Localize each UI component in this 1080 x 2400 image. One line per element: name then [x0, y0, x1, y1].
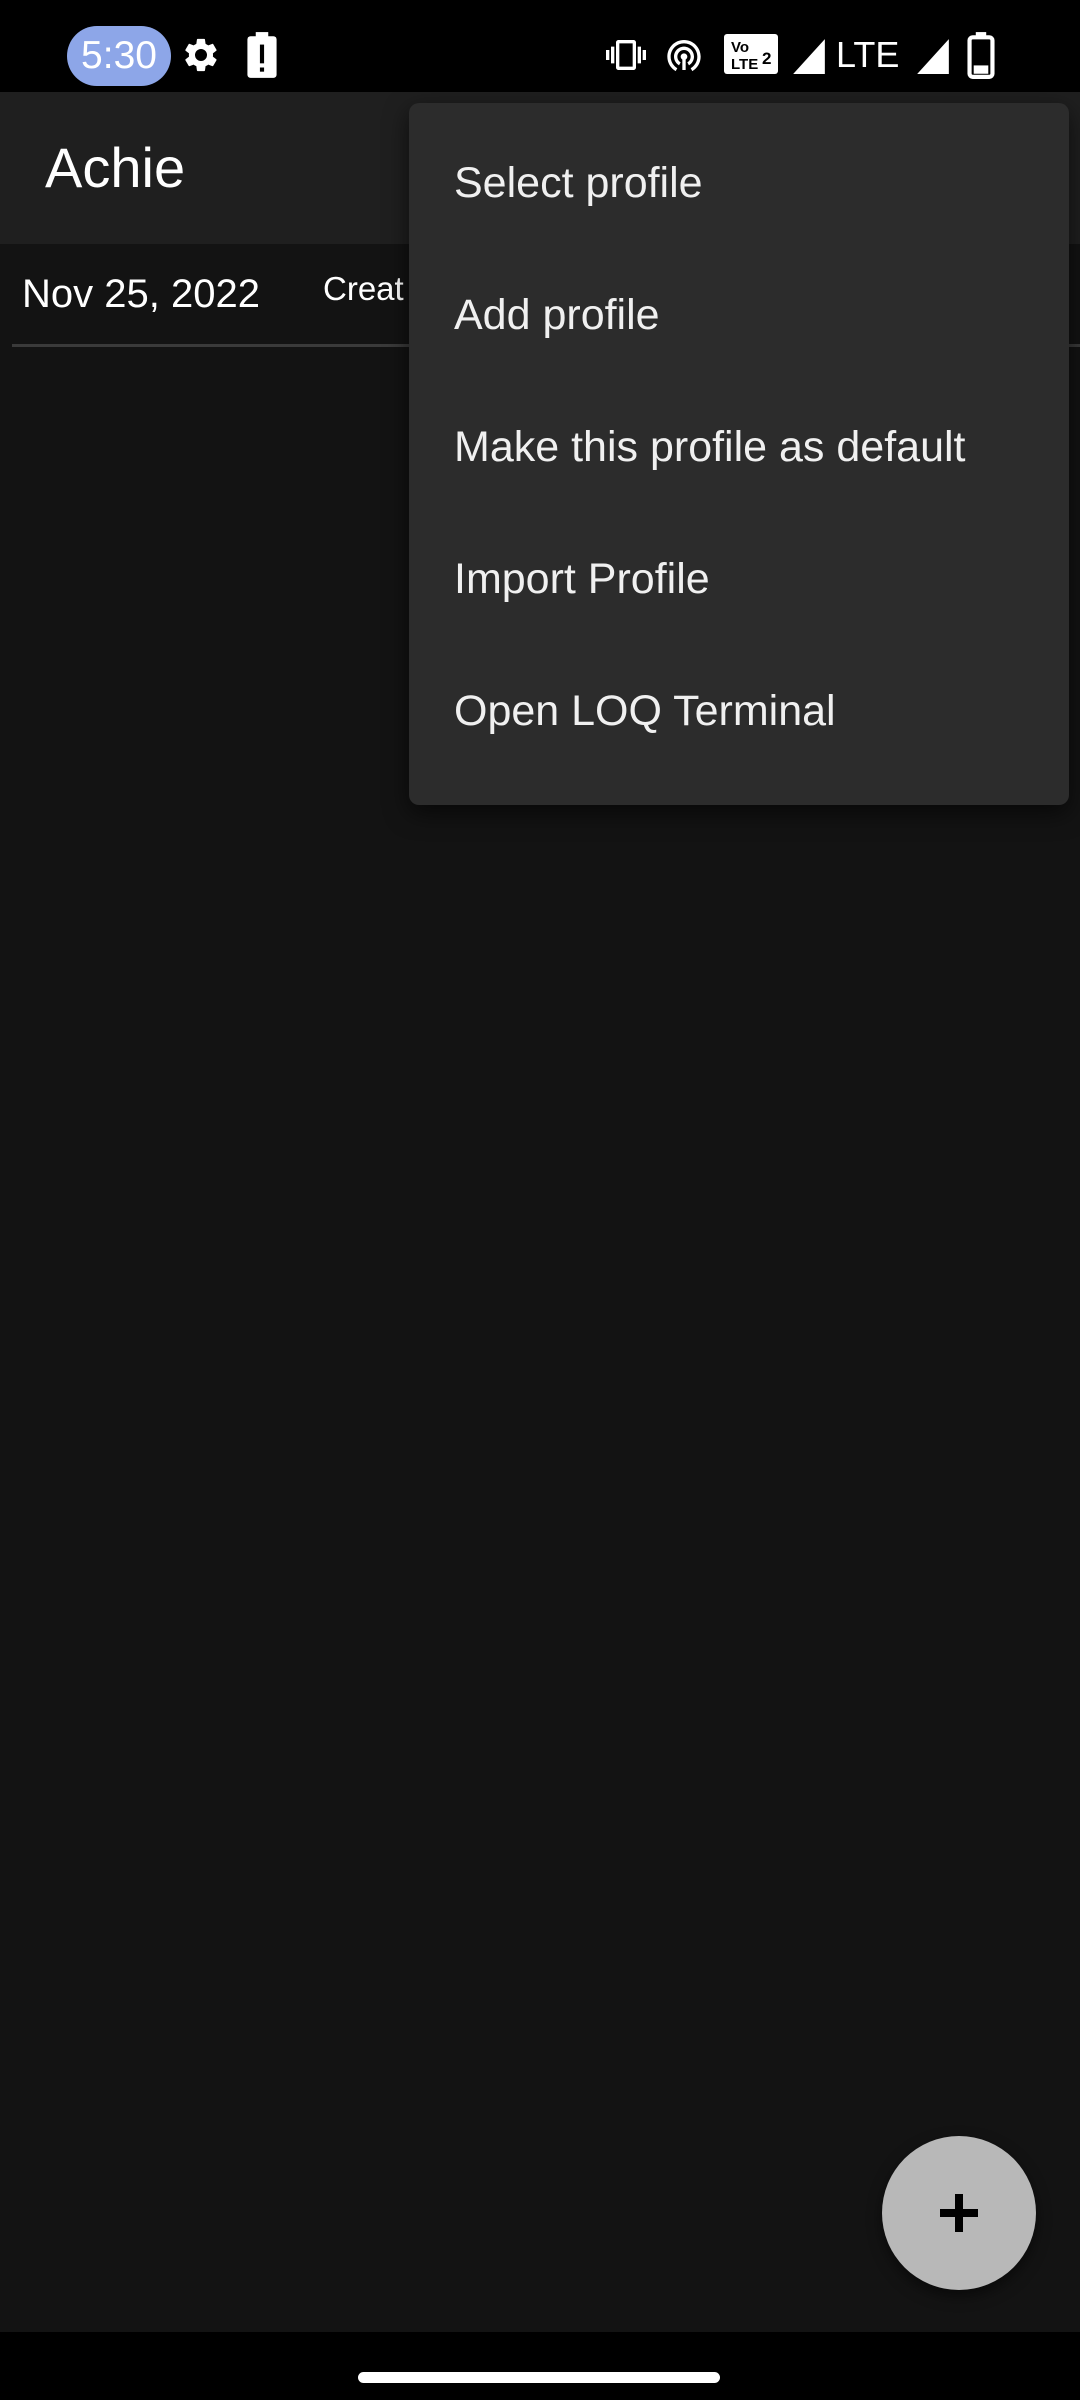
battery-alert-icon [247, 32, 277, 78]
plus-icon [940, 2194, 978, 2232]
svg-text:Vo: Vo [731, 39, 749, 56]
signal-icon [917, 39, 949, 74]
list-item-status: Creat [323, 270, 404, 307]
overflow-menu: Select profile Add profile Make this pro… [409, 103, 1069, 805]
status-bar: 5:30 Vo LTE 2 LTE [0, 0, 1080, 92]
menu-item-add-profile[interactable]: Add profile [409, 249, 1069, 381]
hotspot-icon [667, 40, 701, 72]
settings-icon [185, 38, 217, 72]
signal-icon [793, 39, 825, 74]
network-type-label: LTE [836, 34, 900, 75]
volte-icon: Vo LTE 2 [724, 34, 778, 74]
svg-text:LTE: LTE [731, 56, 758, 73]
navigation-bar [0, 2332, 1080, 2400]
home-gesture-handle[interactable] [358, 2372, 720, 2383]
menu-item-make-default[interactable]: Make this profile as default [409, 381, 1069, 513]
menu-item-select-profile[interactable]: Select profile [409, 117, 1069, 249]
battery-icon [967, 32, 995, 79]
vibrate-icon [606, 40, 646, 70]
status-time: 5:30 [67, 26, 171, 86]
app-title: Achie [45, 136, 186, 199]
menu-item-open-loq-terminal[interactable]: Open LOQ Terminal [409, 645, 1069, 777]
add-fab-button[interactable] [882, 2136, 1036, 2290]
svg-text:2: 2 [762, 49, 771, 68]
list-item-date: Nov 25, 2022 [22, 272, 260, 316]
menu-item-import-profile[interactable]: Import Profile [409, 513, 1069, 645]
